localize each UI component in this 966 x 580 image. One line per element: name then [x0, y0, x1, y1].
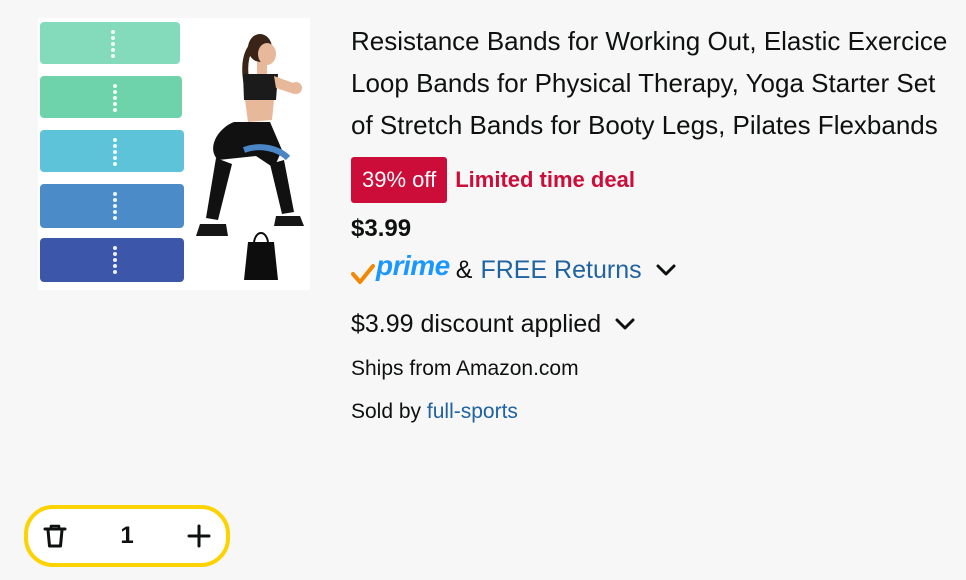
price: $3.99 [351, 215, 412, 242]
prime-label: prime [376, 250, 450, 281]
product-image[interactable] [38, 18, 310, 290]
chevron-down-icon[interactable] [654, 258, 678, 282]
quantity-stepper[interactable]: 1 [24, 505, 230, 567]
ships-from: Ships from Amazon.com [351, 357, 579, 380]
limited-time-deal-label: Limited time deal [455, 167, 635, 192]
seller-link[interactable]: full-sports [427, 400, 518, 423]
ampersand: & [455, 255, 473, 284]
discount-applied-label: $3.99 discount applied [351, 310, 602, 338]
sold-by-prefix: Sold by [351, 400, 422, 423]
quantity-value: 1 [120, 522, 134, 549]
delete-button[interactable] [28, 509, 82, 563]
sold-by: Sold by full-sports [351, 397, 956, 427]
deal-row: 39% off Limited time deal [351, 157, 956, 203]
discount-badge: 39% off [351, 157, 448, 203]
product-title[interactable]: Resistance Bands for Working Out, Elasti… [351, 20, 956, 146]
increase-quantity-button[interactable] [172, 509, 226, 563]
product-photo [40, 22, 304, 282]
discount-row[interactable]: $3.99 discount applied [351, 306, 956, 342]
resistance-bands-illustration [40, 22, 184, 282]
chevron-down-icon[interactable] [613, 312, 637, 336]
prime-check-icon [351, 264, 375, 284]
prime-logo[interactable]: prime [351, 251, 450, 285]
plus-icon [187, 524, 211, 548]
shipping-row: prime & FREE Returns [351, 251, 956, 288]
free-returns-link[interactable]: FREE Returns [480, 256, 641, 285]
trash-icon [43, 524, 67, 548]
woman-figure-illustration [196, 34, 304, 280]
product-info: Resistance Bands for Working Out, Elasti… [351, 20, 956, 427]
